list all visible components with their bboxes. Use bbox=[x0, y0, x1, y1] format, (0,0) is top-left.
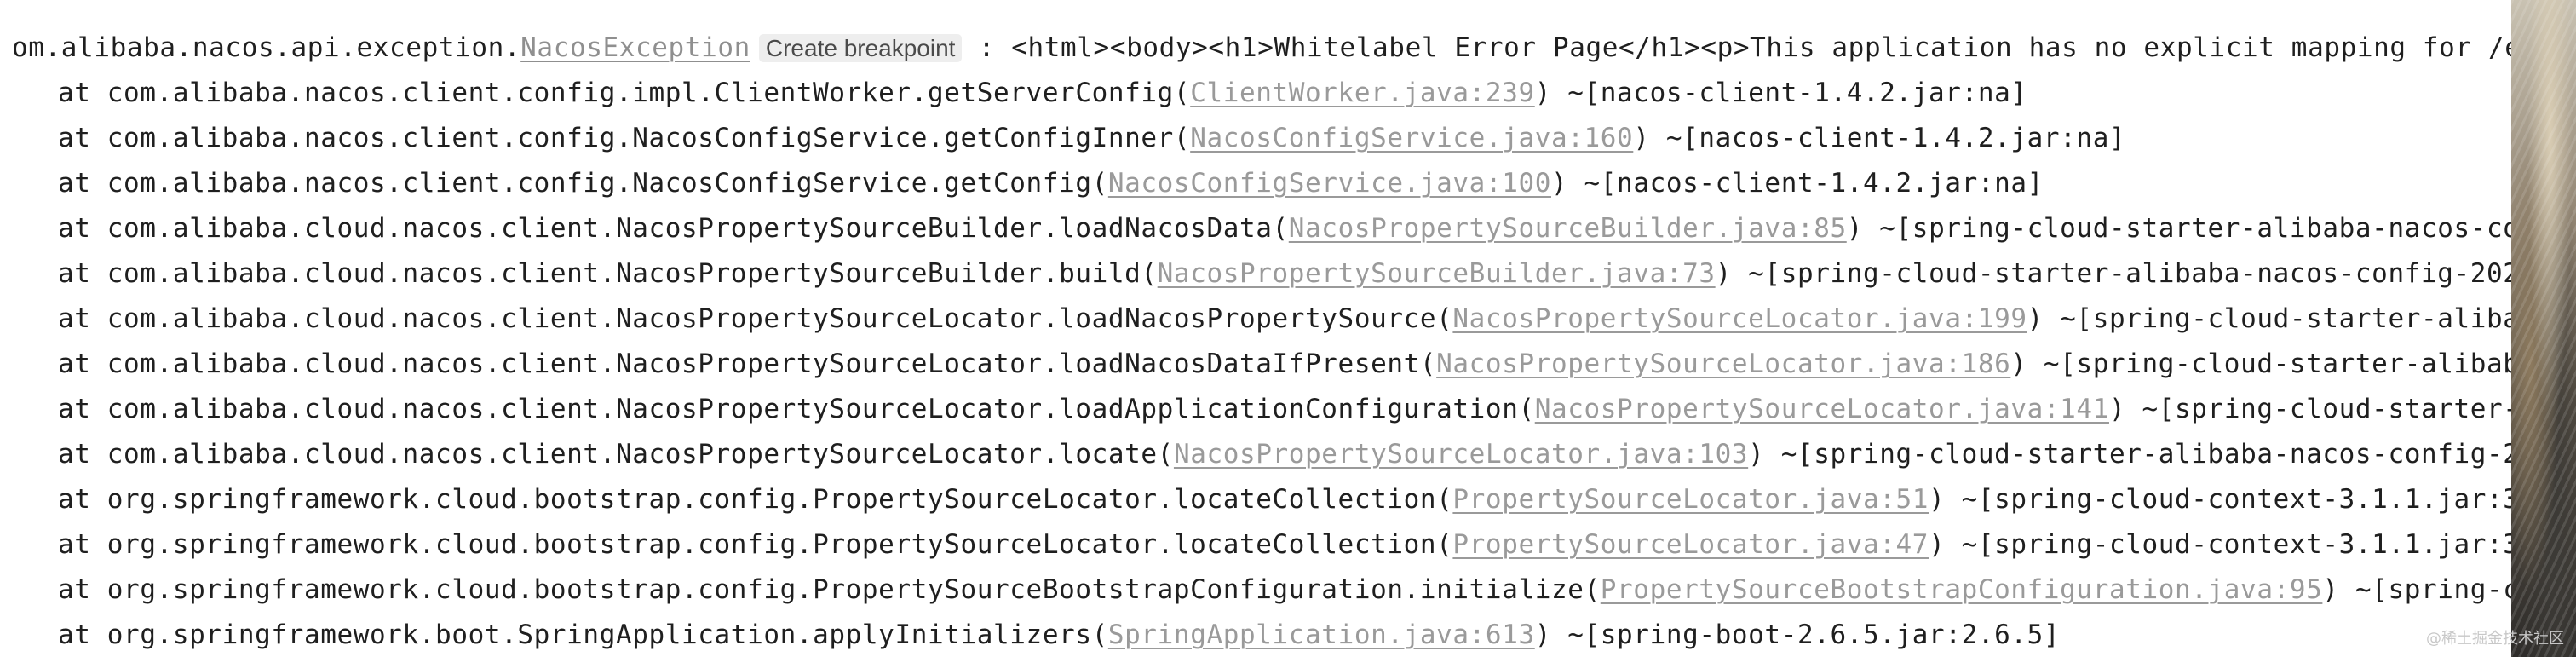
source-file-link[interactable]: NacosConfigService.java:100 bbox=[1108, 168, 1551, 199]
frame-artifact: ) ~[spring-cloud-starter-alibaba-nacos-c… bbox=[1846, 213, 2511, 244]
source-file-link[interactable]: NacosPropertySourceBuilder.java:85 bbox=[1289, 213, 1847, 244]
frame-method: at com.alibaba.cloud.nacos.client.NacosP… bbox=[58, 213, 1289, 244]
frame-method: at com.alibaba.cloud.nacos.client.NacosP… bbox=[58, 303, 1453, 334]
source-file-link[interactable]: PropertySourceLocator.java:47 bbox=[1452, 529, 1929, 560]
frame-artifact: ) ~[spring-cloud-context-3.1.1.jar:3.1.1… bbox=[1929, 484, 2511, 515]
frame-artifact: ) ~[spring-boot-2.6.5.jar:2.6.5] bbox=[1534, 620, 2061, 650]
source-file-link[interactable]: PropertySourceLocator.java:51 bbox=[1452, 484, 1929, 515]
source-file-link[interactable]: NacosPropertySourceLocator.java:103 bbox=[1174, 439, 1748, 470]
exception-header-line: om.alibaba.nacos.api.exception.NacosExce… bbox=[12, 26, 2511, 70]
frame-method: at org.springframework.cloud.bootstrap.c… bbox=[58, 529, 1453, 560]
stack-frame-line: at com.alibaba.cloud.nacos.client.NacosP… bbox=[58, 342, 2511, 386]
console-output: om.alibaba.nacos.api.exception.NacosExce… bbox=[0, 0, 2511, 657]
stack-frame-line: at org.springframework.cloud.bootstrap.c… bbox=[58, 522, 2511, 567]
frame-artifact: ) ~[nacos-client-1.4.2.jar:na] bbox=[1534, 78, 2027, 108]
source-file-link[interactable]: ClientWorker.java:239 bbox=[1190, 78, 1535, 108]
watermark-text: @稀土掘金技术社区 bbox=[2426, 630, 2564, 648]
source-file-link[interactable]: NacosPropertySourceLocator.java:141 bbox=[1535, 394, 2109, 424]
stack-frame-line: at com.alibaba.cloud.nacos.client.NacosP… bbox=[58, 432, 2511, 476]
stack-frame-line: at org.springframework.cloud.bootstrap.c… bbox=[58, 477, 2511, 522]
frame-artifact: ) ~[spring-cloud-starter-alibaba-nacos-c… bbox=[1748, 439, 2511, 470]
exception-class-link[interactable]: NacosException bbox=[520, 32, 750, 63]
stack-frame-line: at com.alibaba.cloud.nacos.client.NacosP… bbox=[58, 206, 2511, 251]
stack-frame-line: at com.alibaba.cloud.nacos.client.NacosP… bbox=[58, 297, 2511, 341]
source-file-link[interactable]: SpringApplication.java:613 bbox=[1108, 620, 1535, 650]
frame-method: at com.alibaba.nacos.client.config.impl.… bbox=[58, 78, 1191, 108]
frame-artifact: ) ~[spring-cloud- bbox=[2322, 574, 2511, 605]
frame-method: at org.springframework.boot.SpringApplic… bbox=[58, 620, 1108, 650]
frame-artifact: ) ~[spring-cloud-starter-aliba bbox=[2108, 394, 2511, 424]
frame-artifact: ) ~[nacos-client-1.4.2.jar:na] bbox=[1551, 168, 2044, 199]
exception-package: om.alibaba.nacos.api.exception. bbox=[12, 32, 521, 63]
stack-frame-line: at com.alibaba.cloud.nacos.client.NacosP… bbox=[58, 387, 2511, 431]
frame-artifact: ) ~[spring-cloud-starter-alibaba-nacos-c… bbox=[1715, 258, 2511, 289]
frame-method: at com.alibaba.cloud.nacos.client.NacosP… bbox=[58, 439, 1174, 470]
source-file-link[interactable]: NacosPropertySourceLocator.java:199 bbox=[1452, 303, 2027, 334]
stack-frame-line: at com.alibaba.nacos.client.config.Nacos… bbox=[58, 116, 2125, 160]
stack-frame-line: at com.alibaba.cloud.nacos.client.NacosP… bbox=[58, 251, 2511, 296]
photo-texture bbox=[2511, 0, 2576, 657]
create-breakpoint-button[interactable]: Create breakpoint bbox=[758, 34, 963, 62]
frame-artifact: ) ~[spring-cloud-starter-alibaba-nac bbox=[2010, 349, 2511, 379]
stack-frame-line: at org.springframework.cloud.bootstrap.c… bbox=[58, 568, 2511, 612]
frame-method: at com.alibaba.nacos.client.config.Nacos… bbox=[58, 123, 1191, 153]
frame-artifact: ) ~[nacos-client-1.4.2.jar:na] bbox=[1633, 123, 2126, 153]
stack-frame-line: at org.springframework.boot.SpringApplic… bbox=[58, 613, 2060, 657]
frame-artifact: ) ~[spring-cloud-context-3.1.1.jar:3.1.1… bbox=[1929, 529, 2511, 560]
frame-method: at com.alibaba.cloud.nacos.client.NacosP… bbox=[58, 258, 1158, 289]
frame-artifact: ) ~[spring-cloud-starter-alibaba-na bbox=[2027, 303, 2511, 334]
background-photo-strip bbox=[2511, 0, 2576, 657]
exception-message: : <html><body><h1>Whitelabel Error Page<… bbox=[962, 32, 2511, 63]
frame-method: at com.alibaba.cloud.nacos.client.NacosP… bbox=[58, 394, 1535, 424]
source-file-link[interactable]: NacosPropertySourceBuilder.java:73 bbox=[1158, 258, 1716, 289]
frame-method: at com.alibaba.nacos.client.config.Nacos… bbox=[58, 168, 1108, 199]
source-file-link[interactable]: NacosConfigService.java:160 bbox=[1190, 123, 1633, 153]
source-file-link[interactable]: NacosPropertySourceLocator.java:186 bbox=[1436, 349, 2010, 379]
source-file-link[interactable]: PropertySourceBootstrapConfiguration.jav… bbox=[1601, 574, 2323, 605]
stack-frame-line: at com.alibaba.nacos.client.config.impl.… bbox=[58, 71, 2027, 115]
frame-method: at org.springframework.cloud.bootstrap.c… bbox=[58, 574, 1601, 605]
frame-method: at org.springframework.cloud.bootstrap.c… bbox=[58, 484, 1453, 515]
stack-frame-line: at com.alibaba.nacos.client.config.Nacos… bbox=[58, 161, 2044, 205]
frame-method: at com.alibaba.cloud.nacos.client.NacosP… bbox=[58, 349, 1437, 379]
